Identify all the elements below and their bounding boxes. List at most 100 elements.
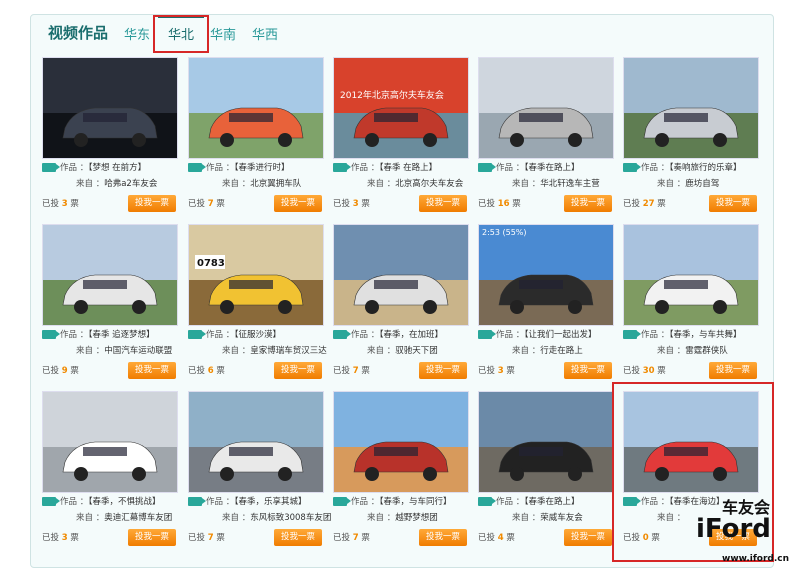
voted-suffix: 票 [512,199,521,209]
vote-button[interactable]: 投我一票 [419,195,467,212]
video-card: 作品 ：【春季，与车共舞】 来自 ：雷霆群侠队 已投 30 票 投我一票 [623,224,763,389]
vote-row: 已投 27 票 [623,195,666,213]
work-title[interactable]: 【春季进行时】 [234,163,289,173]
video-card: 2012年北京高尔夫车友会 作品 ：【春季 在路上】 来自 ：北京高尔夫车友会 已投 … [333,57,473,222]
from-row: 来自 ：行走在路上 [512,344,583,358]
work-row: 作品 ：【征服沙漠】 [188,328,281,342]
tab-highlight-box [153,15,209,53]
work-title[interactable]: 【让我们一起出发】 [524,330,596,340]
vote-button[interactable]: 投我一票 [709,362,757,379]
from-team: 中国汽车运动联盟 [104,346,173,356]
from-label: 来自 ： [512,179,541,189]
work-title[interactable]: 【春季，在加班】 [379,330,443,340]
voted-suffix: 票 [361,366,370,376]
vote-button[interactable]: 投我一票 [709,195,757,212]
work-row: 作品 ：【春季在路上】 [478,495,579,509]
vote-count: 4 [497,533,504,543]
work-title[interactable]: 【梦想 在前方】 [88,163,146,173]
vote-button[interactable]: 投我一票 [419,362,467,379]
work-title[interactable]: 【征服沙漠】 [234,330,281,340]
vote-button[interactable]: 投我一票 [419,529,467,546]
vote-button[interactable]: 投我一票 [564,195,612,212]
video-thumbnail[interactable] [188,57,324,159]
work-title[interactable]: 【奏响旅行的乐章】 [669,163,741,173]
video-card: 0783 作品 ：【征服沙漠】 来自 ：皇家博瑞车贸汉三达 已投 6 票 投我一票 [188,224,328,389]
vote-count: 27 [642,199,655,209]
vote-count: 7 [352,366,359,376]
work-label: 作品 ： [351,163,380,173]
vote-button[interactable]: 投我一票 [274,362,322,379]
from-label: 来自 ： [512,346,541,356]
video-thumbnail[interactable] [623,57,759,159]
vote-button[interactable]: 投我一票 [128,529,176,546]
logo-word: iFord [696,514,771,544]
work-row: 作品 ：【春季，与车同行】 [333,495,451,509]
vote-button[interactable]: 投我一票 [274,529,322,546]
video-camera-icon [623,330,641,339]
work-label: 作品 ： [60,163,89,173]
work-title[interactable]: 【春季在路上】 [524,163,579,173]
video-thumbnail[interactable] [478,391,614,493]
video-camera-icon [478,497,496,506]
video-thumbnail[interactable] [42,57,178,159]
vote-button[interactable]: 投我一票 [564,529,612,546]
work-row: 作品 ：【春季在路上】 [478,161,579,175]
vote-button[interactable]: 投我一票 [564,362,612,379]
vote-row: 已投 16 票 [478,195,521,213]
work-label: 作品 ： [60,497,89,507]
video-thumbnail[interactable]: 0783 [188,224,324,326]
tab-huaxi[interactable]: 华西 [252,24,278,43]
panel-header: 视频作品 华东 华北 华南 华西 [31,15,773,49]
voted-suffix: 票 [657,199,666,209]
work-row: 作品 ：【让我们一起出发】 [478,328,596,342]
from-row: 来自 ：雷霆群侠队 [657,344,728,358]
work-title[interactable]: 【春季，与车同行】 [379,497,451,507]
svg-text:2012年北京高尔夫车友会: 2012年北京高尔夫车友会 [340,89,444,101]
work-title[interactable]: 【春季，与车共舞】 [669,330,741,340]
video-camera-icon [478,330,496,339]
vote-button[interactable]: 投我一票 [128,362,176,379]
video-card: 作品 ：【春季，与车同行】来自 ：越野梦想团已投 7 票 投我一票 [333,391,473,556]
work-title[interactable]: 【春季 追逐梦想】 [88,330,154,340]
video-thumbnail[interactable] [42,391,178,493]
tab-huadong[interactable]: 华东 [124,24,150,43]
work-title[interactable]: 【春季，不惧挑战】 [88,497,160,507]
video-camera-icon [188,330,206,339]
video-thumbnail[interactable] [478,57,614,159]
video-camera-icon [333,163,351,172]
work-label: 作品 ： [496,163,525,173]
video-thumbnail[interactable]: 2012年北京高尔夫车友会 [333,57,469,159]
svg-text:2:53 (55%): 2:53 (55%) [482,228,527,237]
from-row: 来自 ：华北轩逸车主营 [512,177,600,191]
from-team: 皇家博瑞车贸汉三达 [250,346,327,356]
vote-button[interactable]: 投我一票 [274,195,322,212]
vote-row: 已投 7 票 [333,529,370,547]
voted-prefix: 已投 [333,199,351,209]
vote-count: 16 [497,199,510,209]
voted-suffix: 票 [70,199,79,209]
video-thumbnail[interactable] [623,224,759,326]
video-thumbnail[interactable]: 2:53 (55%) [478,224,614,326]
work-title[interactable]: 【春季在路上】 [524,497,579,507]
work-title[interactable]: 【春季 在路上】 [379,163,437,173]
tab-huanan[interactable]: 华南 [210,24,236,43]
voted-suffix: 票 [506,533,515,543]
voted-prefix: 已投 [478,199,496,209]
vote-button[interactable]: 投我一票 [128,195,176,212]
vote-row: 已投 3 票 [333,195,370,213]
work-title[interactable]: 【春季，乐享其城】 [234,497,306,507]
work-label: 作品 ： [351,330,380,340]
from-team: 荣威车友会 [540,513,583,523]
vote-count: 30 [642,366,655,376]
from-team: 越野梦想团 [395,513,438,523]
video-thumbnail[interactable] [42,224,178,326]
video-thumbnail[interactable] [188,391,324,493]
from-label: 来自 ： [367,513,396,523]
video-thumbnail[interactable] [333,391,469,493]
video-thumbnail[interactable] [333,224,469,326]
work-row: 作品 ：【春季，在加班】 [333,328,443,342]
from-row: 来自 ：驭驰天下团 [367,344,438,358]
voted-prefix: 已投 [478,533,496,543]
from-label: 来自 ： [512,513,541,523]
from-row: 来自 ：北京翼拥车队 [222,177,301,191]
